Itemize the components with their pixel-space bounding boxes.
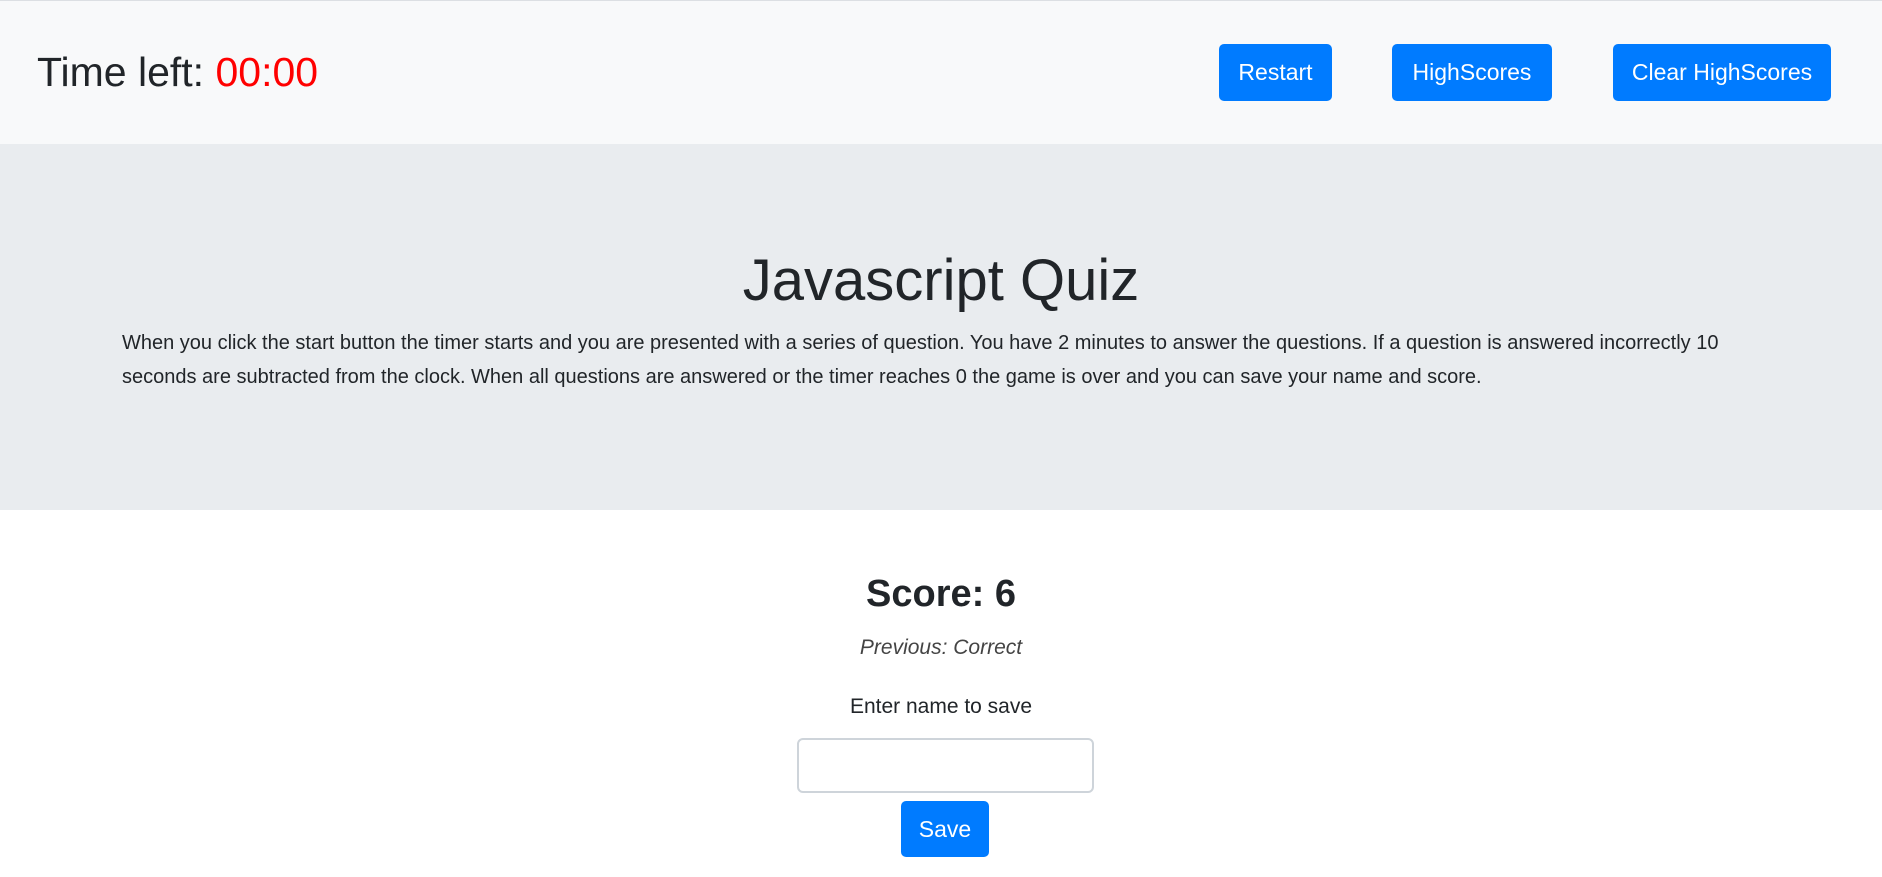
timer-label: Time left: xyxy=(37,49,205,95)
previous-answer-status: Previous: Correct xyxy=(859,636,1023,659)
intro-jumbotron: Javascript Quiz When you click the start… xyxy=(0,144,1882,510)
timer: Time left: 00:00 xyxy=(37,49,318,96)
restart-button[interactable]: Restart xyxy=(1219,44,1332,101)
quiz-description: When you click the start button the time… xyxy=(122,332,1719,388)
page-title: Javascript Quiz xyxy=(742,248,1140,313)
timer-value: 00:00 xyxy=(215,49,319,95)
name-input[interactable] xyxy=(797,738,1094,793)
name-label: Enter name to save xyxy=(849,695,1033,718)
score-heading: Score: 6 xyxy=(866,573,1016,615)
navbar: Time left: 00:00 Restart HighScores Clea… xyxy=(0,0,1882,144)
clear-highscores-button[interactable]: Clear HighScores xyxy=(1613,44,1831,101)
save-button[interactable]: Save xyxy=(901,801,989,857)
highscores-button[interactable]: HighScores xyxy=(1392,44,1552,101)
